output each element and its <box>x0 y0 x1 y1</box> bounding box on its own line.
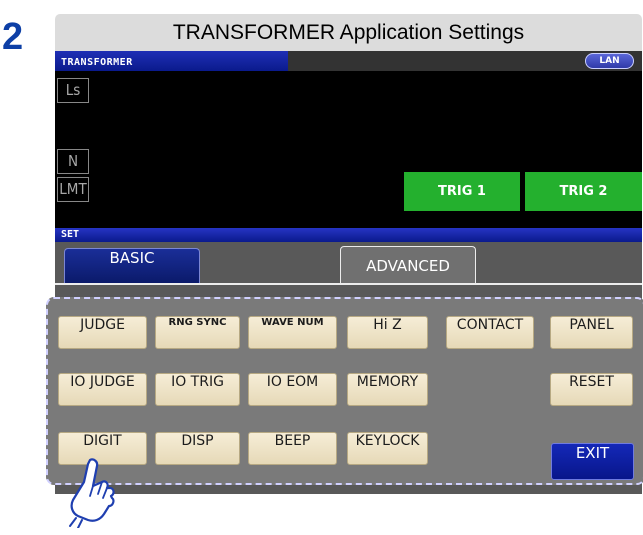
pointing-hand-icon <box>69 458 115 528</box>
keylock-button[interactable]: KEYLOCK <box>347 432 428 465</box>
set-label: SET <box>61 229 80 240</box>
param-ls: Ls <box>57 78 89 103</box>
judge-button[interactable]: JUDGE <box>58 316 147 349</box>
status-bar: TRANSFORMER LAN <box>55 51 642 71</box>
page-title: TRANSFORMER Application Settings <box>55 14 642 51</box>
reset-button[interactable]: RESET <box>550 373 633 406</box>
set-bar: SET <box>55 228 642 242</box>
panel-button[interactable]: PANEL <box>550 316 633 349</box>
trig-2-button[interactable]: TRIG 2 <box>525 172 642 211</box>
lan-badge: LAN <box>585 53 634 69</box>
contact-button[interactable]: CONTACT <box>446 316 534 349</box>
hi-z-button[interactable]: Hi Z <box>347 316 428 349</box>
io-eom-button[interactable]: IO EOM <box>248 373 337 406</box>
io-judge-button[interactable]: IO JUDGE <box>58 373 147 406</box>
beep-button[interactable]: BEEP <box>248 432 337 465</box>
param-n: N <box>57 149 89 174</box>
tab-advanced[interactable]: ADVANCED <box>340 246 476 285</box>
tab-divider <box>55 283 642 285</box>
wave-num-button[interactable]: WAVE NUM <box>248 316 337 349</box>
exit-button[interactable]: EXIT <box>551 443 634 480</box>
rng-sync-button[interactable]: RNG SYNC <box>155 316 240 349</box>
io-trig-button[interactable]: IO TRIG <box>155 373 240 406</box>
tab-basic[interactable]: BASIC <box>64 248 200 283</box>
disp-button[interactable]: DISP <box>155 432 240 465</box>
mode-label: TRANSFORMER <box>61 57 133 68</box>
trig-1-button[interactable]: TRIG 1 <box>404 172 520 211</box>
step-number: 2 <box>2 16 24 58</box>
param-lmt: LMT <box>57 177 89 202</box>
memory-button[interactable]: MEMORY <box>347 373 428 406</box>
mode-indicator: TRANSFORMER <box>55 51 288 71</box>
